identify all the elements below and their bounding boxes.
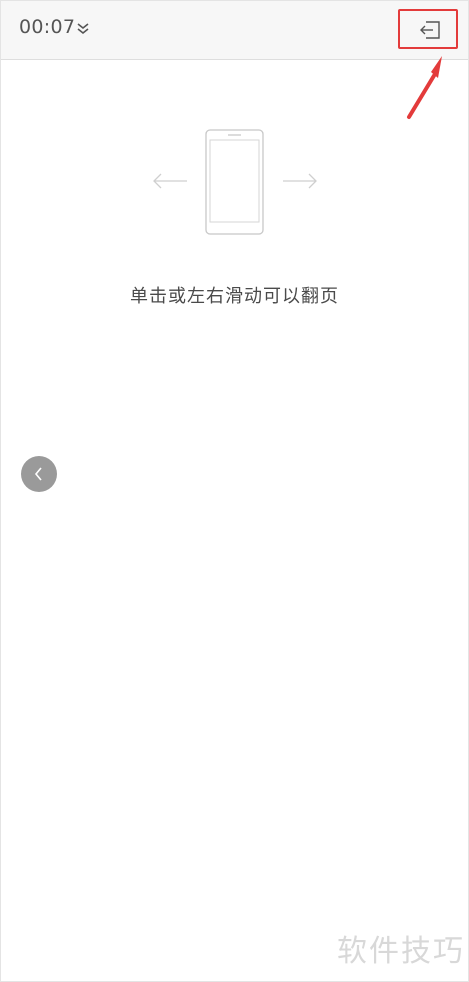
phone-swipe-icon (153, 129, 317, 235)
exit-reader-button[interactable] (398, 9, 458, 49)
exit-reader-icon (420, 21, 440, 39)
chevron-left-icon (34, 467, 42, 481)
top-toolbar: 00:07 (1, 1, 468, 60)
double-chevron-down-icon[interactable] (75, 21, 91, 37)
annotation-arrow (407, 56, 442, 119)
previous-page-button[interactable] (21, 456, 57, 492)
watermark: 软件技巧 (337, 934, 465, 969)
page-turn-hint: 单击或左右滑动可以翻页 (130, 286, 339, 307)
time-label: 00:07 (19, 16, 76, 38)
